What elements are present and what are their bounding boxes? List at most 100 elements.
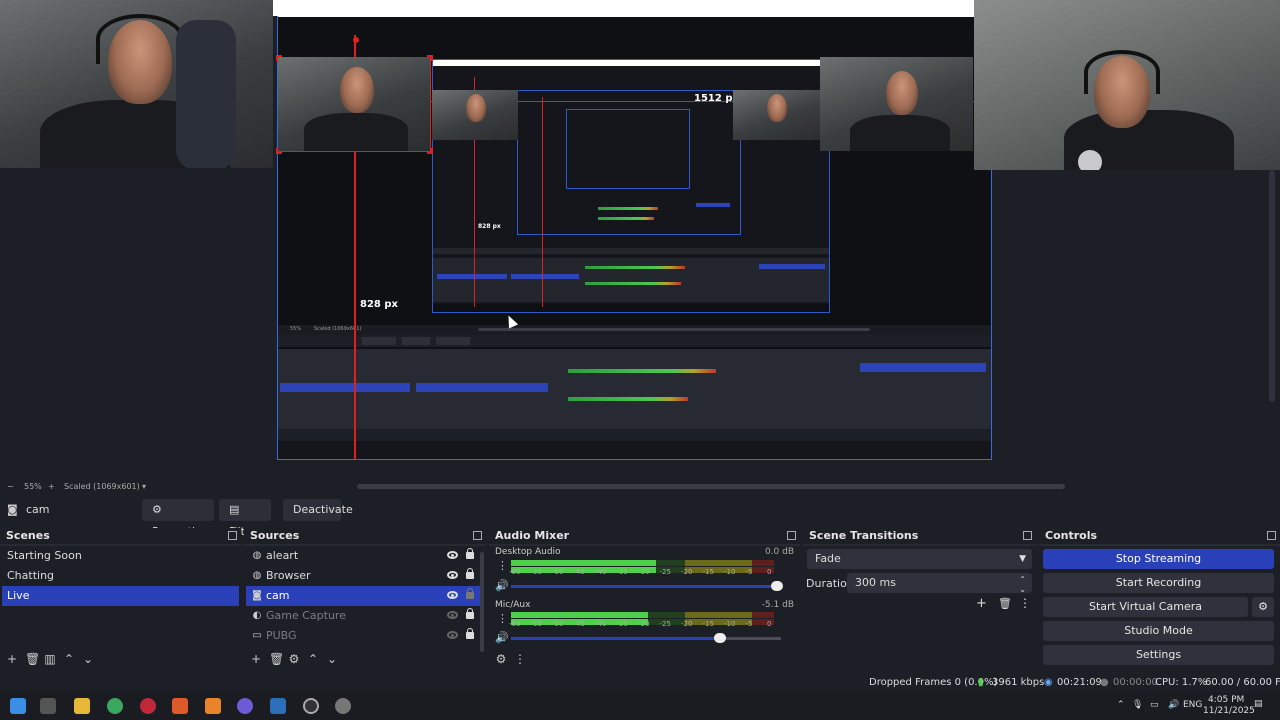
- preview-vscroll[interactable]: [1269, 170, 1275, 402]
- meter-tick-label: -60: [509, 568, 521, 576]
- undock-icon[interactable]: [473, 531, 482, 540]
- scene-item[interactable]: Starting Soon: [2, 546, 239, 566]
- volume-slider[interactable]: [511, 581, 783, 591]
- webcam-person: [340, 67, 374, 113]
- preview-hscroll[interactable]: [357, 484, 1065, 489]
- zoom-in-button[interactable]: +: [48, 482, 55, 491]
- scale-mode-dropdown[interactable]: ▾: [142, 482, 146, 491]
- source-item[interactable]: ◍ aleart: [246, 546, 484, 566]
- notification-icon[interactable]: ▤: [1254, 699, 1263, 709]
- studio-mode-button[interactable]: Studio Mode: [1043, 621, 1274, 641]
- speaker-icon[interactable]: 🔊: [495, 631, 509, 644]
- measure-vertical-line-3: [542, 97, 543, 307]
- filters-button[interactable]: ▤ Filters: [219, 499, 271, 538]
- deactivate-button[interactable]: Deactivate: [283, 499, 353, 521]
- app-icon[interactable]: [205, 698, 221, 714]
- visibility-icon[interactable]: [447, 591, 458, 599]
- visibility-off-icon[interactable]: [447, 631, 458, 639]
- trash-icon[interactable]: 🗑: [25, 652, 40, 666]
- undock-icon[interactable]: [228, 531, 237, 540]
- add-transition-icon[interactable]: +: [976, 596, 987, 611]
- scene-item[interactable]: Chatting: [2, 566, 239, 586]
- transition-select[interactable]: Fade ▼: [807, 549, 1032, 569]
- move-down-icon[interactable]: ⌄: [82, 652, 94, 666]
- webcam-feed-right: [974, 0, 1280, 170]
- lock-icon[interactable]: [466, 548, 474, 559]
- source-item[interactable]: ◐ Game Capture: [246, 606, 484, 626]
- zoom-out-button[interactable]: −: [7, 482, 14, 491]
- transition-menu-icon[interactable]: ⋮: [1019, 596, 1031, 610]
- move-down-icon[interactable]: ⌄: [326, 652, 338, 666]
- add-icon[interactable]: +: [250, 652, 262, 666]
- source-item-selected[interactable]: ◙ cam: [246, 586, 484, 606]
- start-recording-button[interactable]: Start Recording: [1043, 573, 1274, 593]
- lock-icon[interactable]: [466, 608, 474, 619]
- app-icon[interactable]: [140, 698, 156, 714]
- nested-toolbar-big: [278, 335, 991, 347]
- clock-time[interactable]: 4:05 PM: [1208, 695, 1244, 705]
- meter-tick-label: -5: [745, 620, 753, 628]
- steam-icon[interactable]: [270, 698, 286, 714]
- channel-menu-icon[interactable]: ⋮: [497, 559, 508, 572]
- undock-icon[interactable]: [1267, 531, 1276, 540]
- scale-mode: Scaled (1069x601): [64, 482, 140, 491]
- add-icon[interactable]: +: [6, 652, 18, 666]
- trash-icon[interactable]: 🗑: [269, 652, 284, 666]
- advanced-audio-icon[interactable]: ⚙: [495, 652, 507, 666]
- meter-tick-label: -60: [509, 620, 521, 628]
- gear-icon[interactable]: ⚙: [288, 652, 300, 666]
- meter-tick-label: -35: [616, 620, 628, 628]
- clock-date[interactable]: 11/21/2025: [1203, 706, 1255, 716]
- undock-icon[interactable]: [787, 531, 796, 540]
- meter-tick-label: -40: [595, 620, 607, 628]
- nested-scale-row: 55% Scaled (1069x601): [278, 325, 991, 335]
- speaker-icon[interactable]: 🔊: [495, 579, 509, 592]
- channel-menu-icon[interactable]: ⋮: [497, 612, 508, 625]
- settings-gear-icon[interactable]: [335, 698, 351, 714]
- meter-level: [511, 612, 648, 618]
- start-virtual-camera-button[interactable]: Start Virtual Camera: [1043, 597, 1248, 617]
- move-up-icon[interactable]: ⌃: [63, 652, 75, 666]
- volume-slider-knob[interactable]: [771, 581, 783, 591]
- brave-icon[interactable]: [172, 698, 188, 714]
- scene-item-selected[interactable]: Live: [2, 586, 239, 606]
- sources-scrollbar[interactable]: [480, 552, 484, 652]
- volume-slider[interactable]: [511, 633, 781, 643]
- volume-slider-knob[interactable]: [714, 633, 727, 643]
- filter-icon: ▤: [229, 503, 240, 516]
- lock-icon[interactable]: [466, 568, 474, 579]
- trash-icon[interactable]: 🗑: [998, 597, 1012, 610]
- mixer-menu-icon[interactable]: ⋮: [514, 652, 526, 666]
- move-up-icon[interactable]: ⌃: [307, 652, 319, 666]
- undock-icon[interactable]: [1023, 531, 1032, 540]
- app-icon[interactable]: [237, 698, 253, 714]
- source-item[interactable]: ▭ PUBG: [246, 626, 484, 646]
- lock-icon[interactable]: [466, 628, 474, 639]
- sources-footer: + 🗑 ⚙ ⌃ ⌄: [244, 648, 486, 670]
- globe-icon: ◍: [252, 570, 262, 581]
- lock-icon[interactable]: [466, 588, 474, 599]
- task-view-icon[interactable]: [40, 698, 56, 714]
- visibility-off-icon[interactable]: [447, 611, 458, 619]
- virtual-camera-settings-button[interactable]: ⚙: [1252, 597, 1274, 617]
- obs-icon[interactable]: [303, 698, 319, 714]
- language-indicator[interactable]: ENG: [1183, 700, 1202, 710]
- rotate-handle[interactable]: [353, 37, 359, 43]
- settings-button[interactable]: Settings: [1043, 645, 1274, 665]
- file-explorer-icon[interactable]: [74, 698, 90, 714]
- scene-filter-icon[interactable]: ▥: [44, 652, 56, 666]
- window-icon: ▭: [252, 630, 262, 641]
- duration-input[interactable]: 300 ms ⌃ ⌄: [847, 573, 1032, 594]
- properties-button[interactable]: ⚙ Properties: [142, 499, 214, 538]
- volume-icon[interactable]: 🔊: [1168, 700, 1179, 710]
- fps: 60.00 / 60.00 FPS: [1205, 677, 1280, 688]
- visibility-icon[interactable]: [447, 571, 458, 579]
- chrome-icon[interactable]: [107, 698, 123, 714]
- network-icon[interactable]: ▭: [1150, 700, 1159, 710]
- visibility-icon[interactable]: [447, 551, 458, 559]
- chevron-up-icon[interactable]: ⌃: [1117, 700, 1125, 710]
- stop-streaming-button[interactable]: Stop Streaming: [1043, 549, 1274, 569]
- source-item[interactable]: ◍ Browser: [246, 566, 484, 586]
- windows-start-icon[interactable]: [10, 698, 26, 714]
- preview-area[interactable]: 55% Scaled (1069x601) 1512 px 828 px 828…: [0, 0, 1280, 480]
